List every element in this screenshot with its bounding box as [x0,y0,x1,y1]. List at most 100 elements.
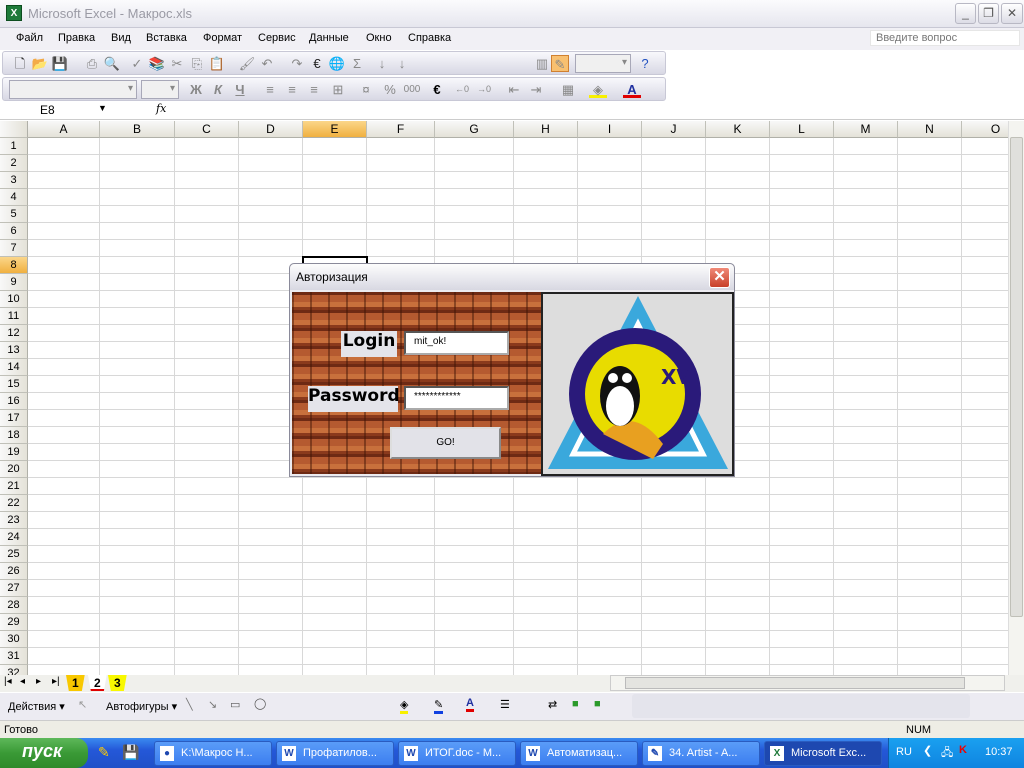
column-header-C[interactable]: C [175,121,239,138]
arrow-style-icon[interactable]: ⇄ [548,698,557,711]
first-sheet-icon[interactable]: |◂ [4,676,12,687]
fill-color-icon[interactable]: ◈ [589,81,607,98]
euro-convert-icon[interactable]: € [308,55,326,72]
formula-input[interactable] [170,101,1024,119]
line-color-icon[interactable]: ✎ [434,698,444,714]
save-icon[interactable]: 💾 [51,55,69,72]
menu-edit[interactable]: Правка [58,32,95,44]
menu-help[interactable]: Справка [408,32,451,44]
row-header-22[interactable]: 22 [0,495,28,512]
row-header-27[interactable]: 27 [0,580,28,597]
menu-insert[interactable]: Вставка [146,32,187,44]
row-header-3[interactable]: 3 [0,172,28,189]
hyperlink-icon[interactable]: 🌐 [328,55,346,72]
zoom-combo[interactable] [575,54,631,73]
thousands-button[interactable]: 000 [403,81,421,98]
increase-indent-icon[interactable]: ⇥ [527,81,545,98]
row-header-2[interactable]: 2 [0,155,28,172]
autoshapes-menu[interactable]: Автофигуры ▾ [106,700,177,713]
font-size-combo[interactable] [141,80,179,99]
vertical-scrollbar[interactable] [1008,121,1024,677]
taskbar-item-word-1[interactable]: W Профатилов... [276,741,394,766]
euro-button[interactable]: € [428,81,446,98]
align-right-icon[interactable]: ≡ [305,81,323,98]
row-header-31[interactable]: 31 [0,648,28,665]
menu-window[interactable]: Окно [366,32,392,44]
column-header-B[interactable]: B [100,121,175,138]
row-header-9[interactable]: 9 [0,274,28,291]
horizontal-scroll-thumb[interactable] [625,677,965,689]
start-button[interactable]: пуск [0,738,88,768]
autosum-icon[interactable]: Σ [348,55,366,72]
row-header-8[interactable]: 8 [0,257,28,274]
align-left-icon[interactable]: ≡ [261,81,279,98]
row-header-24[interactable]: 24 [0,529,28,546]
italic-button[interactable]: К [209,81,227,98]
sheet-tab-3[interactable]: 3 [108,675,127,691]
format-painter-icon[interactable]: 🖌 [238,55,256,72]
row-header-19[interactable]: 19 [0,444,28,461]
quicklaunch-save-icon[interactable]: 💾 [122,744,139,761]
column-header-I[interactable]: I [578,121,642,138]
fx-icon[interactable]: fx [156,102,166,115]
password-input[interactable]: ************ [404,386,509,410]
tray-expand-icon[interactable]: ❮ [923,744,932,757]
arrow-icon[interactable]: ↘ [208,698,217,711]
align-center-icon[interactable]: ≡ [283,81,301,98]
increase-decimal-icon[interactable]: ←0 [453,81,471,98]
taskbar-item-excel[interactable]: X Microsoft Exc... [764,741,882,766]
row-header-14[interactable]: 14 [0,359,28,376]
paste-icon[interactable]: 📋 [208,55,226,72]
row-header-7[interactable]: 7 [0,240,28,257]
cut-icon[interactable]: ✂ [168,55,186,72]
row-header-30[interactable]: 30 [0,631,28,648]
taskbar-item-word-3[interactable]: W Автоматизац... [520,741,638,766]
next-sheet-icon[interactable]: ▸ [36,676,41,687]
row-header-20[interactable]: 20 [0,461,28,478]
menu-format[interactable]: Формат [203,32,242,44]
restore-button[interactable]: ❐ [978,3,999,24]
row-header-28[interactable]: 28 [0,597,28,614]
column-header-E[interactable]: E [303,121,367,138]
font-color-draw-icon[interactable]: A [466,697,474,712]
rectangle-icon[interactable]: ▭ [230,698,240,711]
menu-data[interactable]: Данные [309,32,349,44]
borders-icon[interactable]: ▦ [559,81,577,98]
help-icon[interactable]: ? [636,55,654,72]
print-preview-icon[interactable]: 🔍 [103,55,121,72]
row-header-6[interactable]: 6 [0,223,28,240]
column-header-A[interactable]: A [28,121,100,138]
row-header-16[interactable]: 16 [0,393,28,410]
taskbar-item-word-2[interactable]: W ИТОГ.doc - M... [398,741,516,766]
shadow-icon[interactable]: ■ [572,698,579,710]
row-header-15[interactable]: 15 [0,376,28,393]
line-icon[interactable]: ╲ [186,698,193,711]
row-header-11[interactable]: 11 [0,308,28,325]
close-button[interactable]: ✕ [1001,3,1023,24]
taskbar-item-explorer[interactable]: ● K:\Макрос Н... [154,741,272,766]
sort-desc-icon[interactable]: ↓ [393,55,411,72]
sheet-tab-1[interactable]: 1 [66,675,85,691]
row-header-12[interactable]: 12 [0,325,28,342]
column-header-L[interactable]: L [770,121,834,138]
column-header-M[interactable]: M [834,121,898,138]
sort-asc-icon[interactable]: ↓ [373,55,391,72]
horizontal-scrollbar[interactable] [610,675,1005,691]
chart-wizard-icon[interactable]: ▥ [533,55,551,72]
row-header-13[interactable]: 13 [0,342,28,359]
underline-button[interactable]: Ч [231,81,249,98]
column-header-N[interactable]: N [898,121,962,138]
dialog-close-button[interactable]: ✕ [709,267,730,288]
line-style-icon[interactable]: ☰ [500,698,510,711]
percent-button[interactable]: % [381,81,399,98]
research-icon[interactable]: 📚 [148,55,166,72]
drawing-icon[interactable]: ✎ [551,55,569,72]
column-header-H[interactable]: H [514,121,578,138]
row-header-10[interactable]: 10 [0,291,28,308]
dialog-title-bar[interactable]: Авторизация [290,264,734,290]
copy-icon[interactable]: ⎘ [188,55,206,72]
redo-icon[interactable]: ↷ [288,55,306,72]
decrease-indent-icon[interactable]: ⇤ [505,81,523,98]
row-header-5[interactable]: 5 [0,206,28,223]
column-header-K[interactable]: K [706,121,770,138]
